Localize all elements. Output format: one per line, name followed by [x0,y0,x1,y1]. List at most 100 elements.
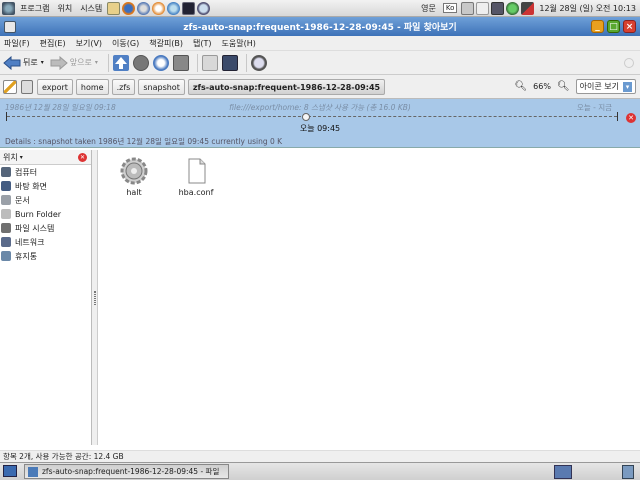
menu-bookmarks[interactable]: 책갈피(B) [149,38,183,49]
keyboard-icon[interactable] [461,1,475,15]
file-name: halt [126,188,142,197]
crumb-home[interactable]: home [75,78,109,95]
volume-icon[interactable] [521,1,535,15]
menu-help[interactable]: 도움말(H) [222,38,256,49]
crumb-snapshot[interactable]: snapshot [138,78,185,95]
taskbar-window-button[interactable]: zfs-auto-snap:frequent-1986-12-28-09:45 … [24,464,229,479]
sidebar-item-computer[interactable]: 컴퓨터 [0,165,91,179]
forward-dropdown-icon[interactable]: ▾ [95,59,98,66]
update-launcher-icon[interactable] [167,1,181,15]
zoom-in-icon[interactable]: 🔍︎ [557,81,570,92]
menu-edit[interactable]: 편집(E) [40,38,66,49]
menu-view[interactable]: 보기(V) [76,38,102,49]
sidebar-item-desktop[interactable]: 바탕 화면 [0,179,91,193]
sidebar-item-label: 휴지통 [15,251,38,261]
crumb-current-snapshot[interactable]: zfs-auto-snap:frequent-1986-12-28-09:45 [187,78,386,95]
side-pane-selector[interactable]: 위치 [3,152,18,163]
crumb-export[interactable]: export [37,78,73,95]
search-icon[interactable] [250,54,267,71]
stop-icon[interactable] [132,54,149,71]
file-item-halt[interactable]: halt [104,156,164,197]
snapshot-details: Details : snapshot taken 1986년 12월 28일 일… [5,137,283,146]
sidebar-item-label: Burn Folder [15,209,62,219]
network-status-icon[interactable] [491,1,505,15]
zoom-out-icon[interactable]: 🔍︎ [514,81,527,92]
foot-menu-icon[interactable] [2,1,15,15]
update-notifier-icon[interactable] [506,1,520,15]
desktop-icon [1,181,11,191]
chevron-down-icon[interactable]: ▾ [20,154,23,161]
time-slider-toggle-icon[interactable] [172,54,189,71]
gear-executable-icon [120,157,148,185]
side-pane: 위치 ▾ ✕ 컴퓨터바탕 화면문서 Burn Folder 파일 시스템네트워크휴지… [0,150,92,445]
workspace-switcher[interactable] [554,464,572,479]
file-view[interactable]: halt hba.conf [98,150,640,445]
location-bar: export home .zfs snapshot zfs-auto-snap:… [0,75,640,99]
back-arrow-icon [3,55,21,70]
menubar: 파일(F) 편집(E) 보기(V) 이동(G) 책갈피(B) 탭(T) 도움말(… [0,36,640,51]
content-area: 위치 ▾ ✕ 컴퓨터바탕 화면문서 Burn Folder 파일 시스템네트워크휴지… [0,150,640,445]
trash-applet-icon[interactable] [622,464,634,479]
taskbar-window-label: zfs-auto-snap:frequent-1986-12-28-09:45 … [42,467,220,476]
search-launcher-icon[interactable] [197,1,211,15]
computer-icon [1,167,11,177]
sidebar-item-documents[interactable]: 문서 [0,193,91,207]
network-icon [1,237,11,247]
sidebar-item-label: 컴퓨터 [15,167,38,177]
close-side-pane-icon[interactable]: ✕ [78,152,87,162]
stardict-launcher-icon[interactable] [152,1,166,15]
firefox-launcher-icon[interactable] [122,1,136,15]
home-launcher-icon[interactable] [107,1,121,15]
zoom-level[interactable]: 66% [533,82,551,91]
drive-icon[interactable] [21,79,33,94]
back-button[interactable]: 뒤로 ▾ [3,55,44,70]
menu-go[interactable]: 이동(G) [112,38,139,49]
sidebar-item-label: 바탕 화면 [15,181,47,191]
throbber-icon [624,57,634,68]
status-bar: 항목 2개, 사용 가능한 공간: 12.4 GB [0,450,640,462]
documents-icon [1,195,11,205]
time-slider: 1986년 12월 28일 일요일 09:18 file:///export/h… [0,99,640,148]
toolbar-separator [245,53,247,72]
applications-menu[interactable]: 프로그램 [16,3,53,14]
menu-tabs[interactable]: 탭(T) [193,38,212,49]
home-icon[interactable] [201,54,218,71]
sidebar-item-label: 네트워크 [15,237,45,247]
thunderbird-launcher-icon[interactable] [137,1,151,15]
up-icon[interactable] [112,54,129,71]
input-mode-indicator[interactable]: Ko [442,3,458,13]
time-slider-track[interactable] [6,112,618,121]
toolbar-separator [196,53,198,72]
edit-location-icon[interactable] [3,79,17,94]
reload-icon[interactable] [152,54,169,71]
top-panel: 프로그램 위치 시스템 영문 Ko 12월 28일 (일) 오전 10:13 [0,0,640,17]
window-titlebar[interactable]: zfs-auto-snap:frequent-1986-12-28-09:45 … [0,17,640,36]
sidebar-item-network[interactable]: 네트워크 [0,235,91,249]
toolbar-separator [107,53,109,72]
menu-file[interactable]: 파일(F) [4,38,30,49]
time-slider-handle[interactable] [301,113,310,121]
forward-button[interactable]: 앞으로 ▾ [50,55,98,70]
close-time-slider-icon[interactable]: ✕ [626,113,636,123]
bottom-panel: zfs-auto-snap:frequent-1986-12-28-09:45 … [0,462,640,480]
text-file-icon [188,158,206,184]
places-menu[interactable]: 위치 [53,3,76,14]
file-name: hba.conf [178,188,214,197]
file-browser-task-icon [28,466,38,477]
terminal-launcher-icon[interactable] [182,1,196,15]
input-language[interactable]: 영문 [417,3,440,14]
file-item-hba-conf[interactable]: hba.conf [166,156,226,197]
sidebar-item-filesystem[interactable]: 파일 시스템 [0,221,91,235]
computer-icon[interactable] [221,54,238,71]
show-desktop-icon[interactable] [3,465,17,477]
view-mode-select[interactable]: 아이콘 보기 ▾ [575,79,636,94]
sidebar-item-cd-burn[interactable]: Burn Folder [0,207,91,221]
back-dropdown-icon[interactable]: ▾ [41,59,44,66]
system-menu[interactable]: 시스템 [76,3,106,14]
notes-icon[interactable] [476,1,490,15]
clock[interactable]: 12월 28일 (일) 오전 10:13 [535,3,640,14]
trash-icon [1,251,11,261]
crumb-zfs[interactable]: .zfs [111,78,136,95]
back-label: 뒤로 [23,58,38,67]
sidebar-item-trash[interactable]: 휴지통 [0,249,91,263]
